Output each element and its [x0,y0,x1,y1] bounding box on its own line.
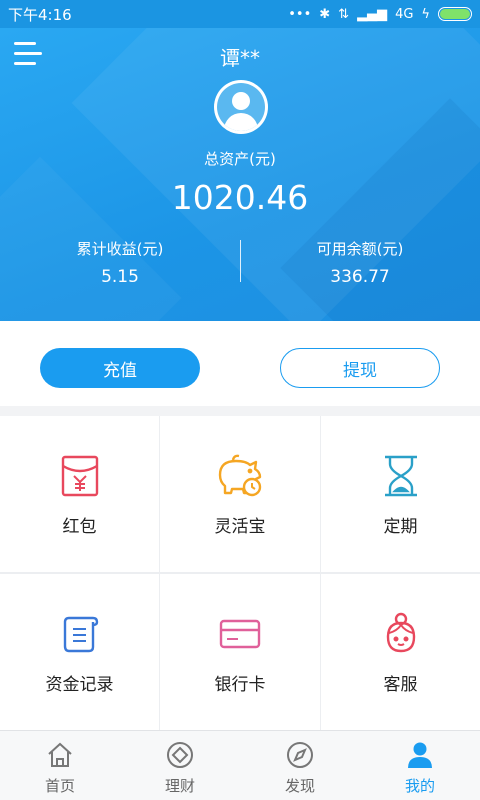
nav-item-discover[interactable]: 发现 [240,731,360,800]
scroll-record-icon [52,610,108,658]
recharge-button[interactable]: 充值 [40,348,200,388]
nav-label: 我的 [404,777,435,795]
grid-item-red-envelope[interactable]: 红包 [0,416,159,572]
nav-item-mine[interactable]: 我的 [360,731,480,800]
available-balance-label: 可用余额(元) [316,240,404,258]
grid-item-fund-records[interactable]: 资金记录 [0,574,159,730]
grid-item-label: 灵活宝 [214,517,266,537]
status-bar: 下午4:16 ••• ✱ ⇅ ▂▄▆ 4G ϟ [0,0,480,28]
status-indicators: ••• ✱ ⇅ ▂▄▆ 4G ϟ [288,7,472,22]
battery-icon [438,7,472,21]
cumulative-income: 累计收益(元) 5.15 [0,238,240,287]
grid-item-label: 红包 [62,517,97,537]
cumulative-income-value: 5.15 [101,267,139,287]
username: 谭** [220,46,260,70]
signal-dots-icon: ••• [288,6,312,22]
cumulative-income-label: 累计收益(元) [76,240,164,258]
grid-item-flexible[interactable]: 灵活宝 [160,416,320,572]
withdraw-button[interactable]: 提现 [280,348,440,388]
customer-service-icon [373,610,429,658]
avatar[interactable] [214,80,268,134]
red-envelope-icon [52,452,108,500]
grid-item-label: 定期 [383,517,418,537]
charging-icon: ϟ [421,6,430,22]
finance-icon [167,742,193,768]
account-header: 谭** 总资产(元) 1020.46 累计收益(元) 5.15 可用余额(元) … [0,28,480,321]
hourglass-icon [373,452,429,500]
nav-item-home[interactable]: 首页 [0,731,120,800]
home-icon [48,742,72,767]
nav-label: 理财 [164,777,195,795]
nav-label: 首页 [44,777,75,795]
grid-item-label: 银行卡 [214,675,266,695]
bank-card-icon [212,610,268,658]
grid-item-customer-service[interactable]: 客服 [321,574,480,730]
grid-item-label: 资金记录 [45,675,114,695]
feature-grid: 红包 灵活宝 定期 资金记录 银行卡 客服 [0,416,480,730]
grid-item-bank-card[interactable]: 银行卡 [160,574,320,730]
default-user-icon [217,83,265,131]
grid-item-fixed-term[interactable]: 定期 [321,416,480,572]
user-icon [408,742,432,768]
data-transfer-icon: ⇅ [338,6,350,22]
action-bar: 充值 提现 [0,321,480,406]
network-type: 4G [395,6,414,22]
available-balance: 可用余额(元) 336.77 [240,238,480,287]
signal-icon: ▂▄▆ [357,6,388,22]
available-balance-value: 336.77 [330,267,390,287]
status-time: 下午4:16 [8,5,72,24]
total-assets-value: 1020.46 [171,178,309,217]
grid-item-label: 客服 [383,675,418,695]
bottom-nav: 首页 理财 发现 我的 [0,730,480,800]
bluetooth-icon: ✱ [319,6,331,22]
compass-icon [287,742,313,768]
total-assets-label: 总资产(元) [204,150,276,168]
nav-item-finance[interactable]: 理财 [120,731,240,800]
piggy-bank-icon [212,452,268,500]
nav-label: 发现 [284,777,315,795]
